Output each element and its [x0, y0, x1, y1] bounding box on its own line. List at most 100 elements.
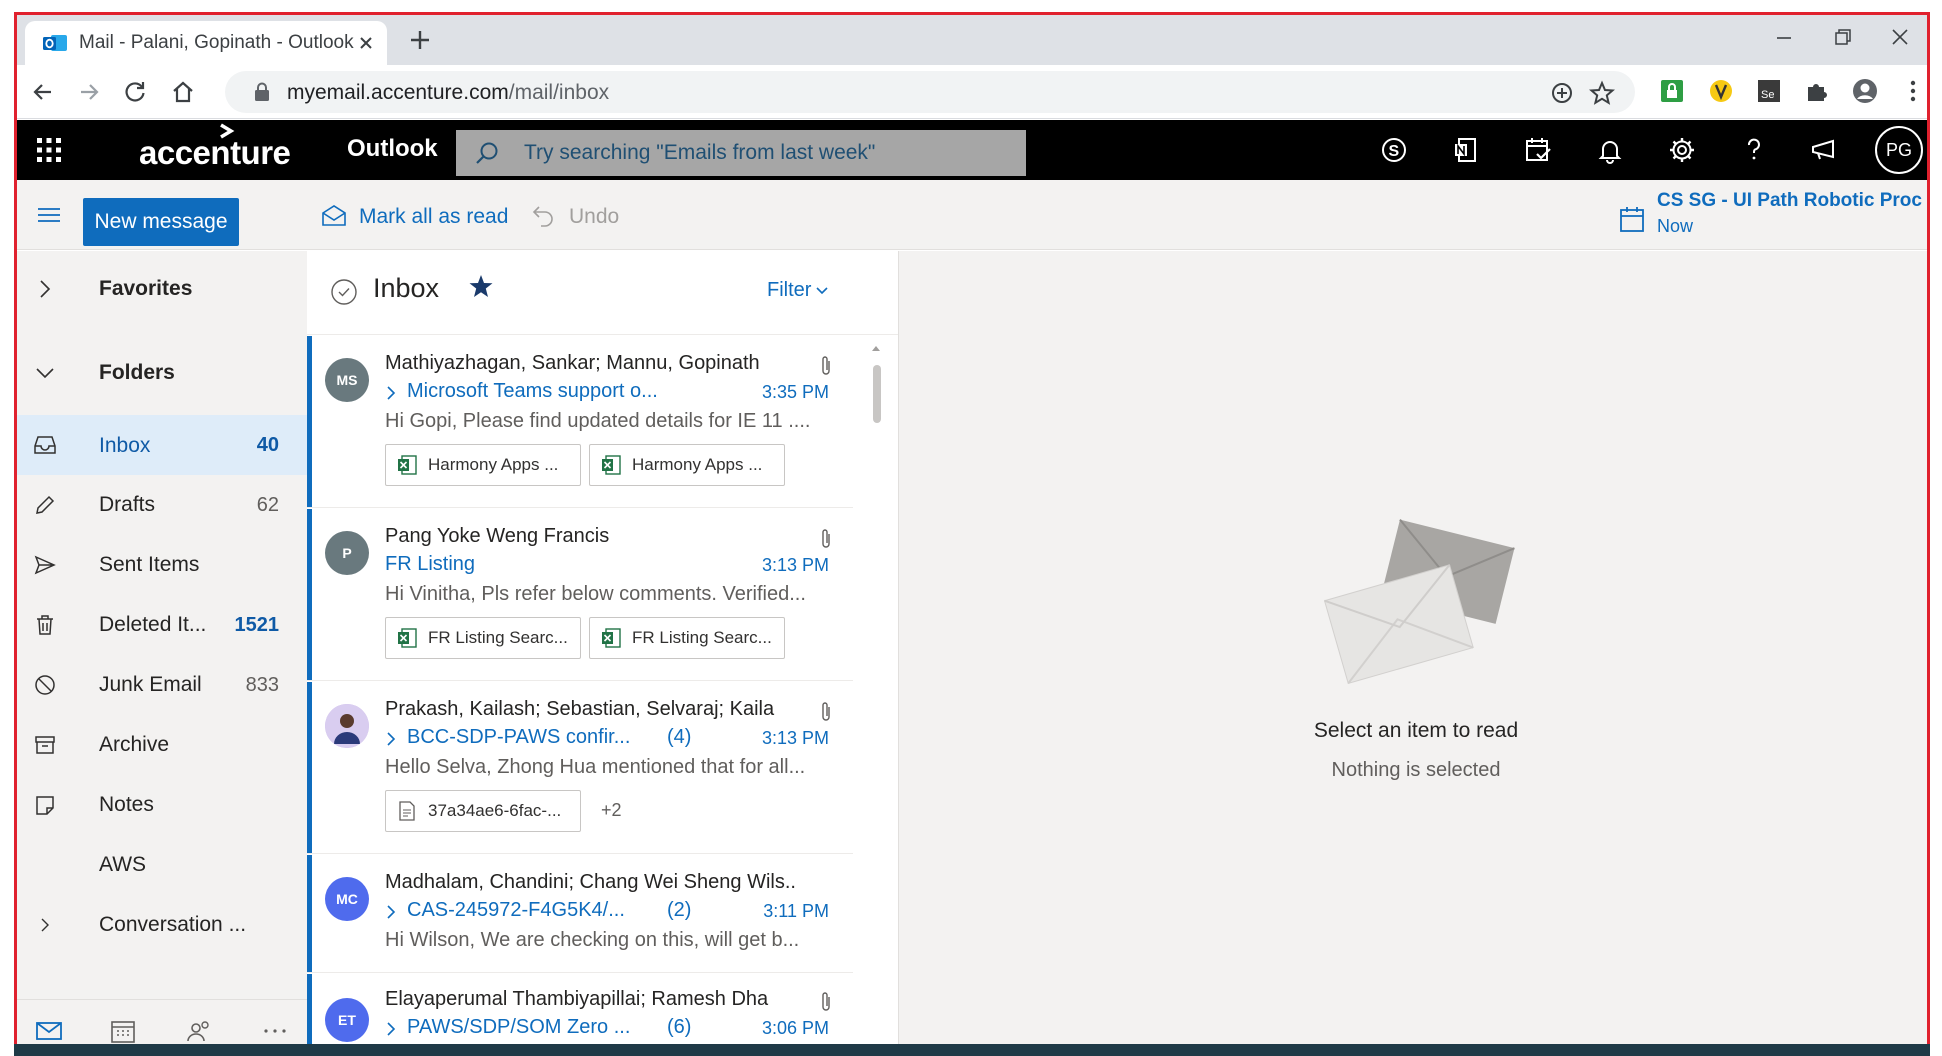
favorites-label: Favorites — [99, 277, 193, 300]
sidebar-item-conversation[interactable]: Conversation ... — [17, 897, 307, 953]
deleted-items-label: Deleted It... — [99, 613, 207, 636]
accenture-logo[interactable]: accenture — [139, 134, 291, 172]
empty-state-title: Select an item to read — [1313, 719, 1519, 742]
select-all-check-icon[interactable] — [329, 277, 359, 307]
reload-icon[interactable] — [121, 78, 149, 106]
extension-v-icon[interactable] — [1707, 77, 1735, 105]
search-box[interactable]: Try searching "Emails from last week" — [456, 130, 1026, 176]
close-tab-icon[interactable] — [355, 32, 377, 54]
more-apps-icon[interactable] — [261, 1018, 289, 1044]
hamburger-menu-icon[interactable] — [35, 204, 63, 226]
extensions-puzzle-icon[interactable] — [1803, 77, 1831, 105]
scrollbar-thumb[interactable] — [873, 365, 881, 423]
calendar-icon[interactable] — [109, 1018, 137, 1044]
profile-icon[interactable] — [1851, 77, 1879, 105]
drafts-count: 62 — [256, 494, 279, 516]
filter-button[interactable]: Filter — [767, 279, 829, 302]
message-sender: Pang Yoke Weng Francis — [385, 525, 610, 547]
expand-thread-icon[interactable] — [385, 903, 397, 921]
message-item[interactable]: MS Mathiyazhagan, Sankar; Mannu, Gopinat… — [307, 336, 853, 508]
junk-email-label: Junk Email — [99, 673, 202, 696]
sidebar-item-inbox[interactable]: Inbox 40 — [17, 415, 307, 475]
message-sender: Prakash, Kailash; Sebastian, Selvaraj; K… — [385, 698, 775, 720]
bookmark-star-icon[interactable] — [1589, 80, 1615, 106]
message-preview: Hello Selva, Zhong Hua mentioned that fo… — [385, 756, 806, 778]
help-icon[interactable] — [1739, 135, 1769, 165]
sender-photo-avatar — [325, 704, 369, 748]
skype-icon[interactable]: S — [1379, 135, 1409, 165]
unread-indicator — [307, 682, 312, 853]
archive-label: Archive — [99, 733, 170, 756]
message-list: Inbox Filter MS Mathiyazhagan, Sankar; M… — [307, 251, 899, 1056]
app-launcher-icon[interactable] — [35, 136, 63, 164]
sidebar-item-sent[interactable]: Sent Items — [17, 537, 307, 593]
sidebar-item-archive[interactable]: Archive — [17, 717, 307, 773]
message-item[interactable]: P Pang Yoke Weng Francis FR Listing 3:13… — [307, 509, 853, 681]
sidebar-item-drafts[interactable]: Drafts 62 — [17, 477, 307, 533]
attachment-paperclip-icon — [822, 702, 830, 721]
restore-icon[interactable] — [1827, 25, 1857, 51]
message-preview: Hi Wilson, We are checking on this, will… — [385, 929, 800, 951]
favorites-group[interactable]: Favorites — [17, 261, 307, 317]
outlook-header: accenture Outlook Try searching "Emails … — [17, 120, 1927, 180]
empty-state-subtitle: Nothing is selected — [1331, 759, 1501, 781]
new-message-button[interactable]: New message — [83, 198, 239, 246]
attachment-chip[interactable]: 37a34ae6-6fac-... — [385, 790, 581, 832]
reading-pane: Select an item to read Nothing is select… — [899, 251, 1927, 1056]
url-host: myemail.accenture.com — [287, 81, 509, 104]
mark-all-read-button[interactable]: Mark all as read — [321, 202, 511, 234]
sidebar-item-deleted[interactable]: Deleted It... 1521 — [17, 597, 307, 653]
outlook-favicon-icon — [43, 35, 67, 51]
blocked-icon — [35, 675, 55, 695]
home-icon[interactable] — [169, 78, 197, 106]
back-icon[interactable] — [29, 78, 57, 106]
expand-thread-icon[interactable] — [385, 1020, 397, 1038]
forward-icon[interactable] — [75, 78, 103, 106]
pencil-icon — [36, 495, 55, 514]
calendar-reminder-icon[interactable] — [1619, 206, 1645, 234]
settings-gear-icon[interactable] — [1667, 135, 1697, 165]
scrollbar-arrows-icon[interactable] — [869, 341, 883, 1055]
message-item[interactable]: Prakash, Kailash; Sebastian, Selvaraj; K… — [307, 682, 853, 854]
svg-text:Se: Se — [1761, 89, 1774, 101]
close-window-icon[interactable] — [1885, 25, 1915, 51]
selenium-ide-icon[interactable]: Se — [1755, 77, 1783, 105]
people-icon[interactable] — [185, 1018, 213, 1044]
my-day-icon[interactable] — [1523, 135, 1553, 165]
attachment-chip[interactable]: FR Listing Searc... — [589, 617, 785, 659]
address-bar[interactable]: myemail.accenture.com/mail/inbox — [225, 71, 1635, 113]
attachment-chip[interactable]: Harmony Apps ... — [385, 444, 581, 486]
sidebar-item-aws[interactable]: AWS — [17, 837, 307, 893]
app-name[interactable]: Outlook — [347, 135, 438, 163]
user-avatar[interactable]: PG — [1875, 126, 1923, 174]
message-item[interactable]: MC Madhalam, Chandini; Chang Wei Sheng W… — [307, 855, 853, 973]
browser-tab[interactable]: Mail - Palani, Gopinath - Outlook — [25, 21, 387, 65]
expand-thread-icon[interactable] — [385, 384, 397, 402]
mark-all-read-label: Mark all as read — [359, 205, 509, 228]
sidebar-item-junk[interactable]: Junk Email 833 — [17, 657, 307, 713]
mail-icon[interactable] — [35, 1018, 63, 1044]
new-tab-icon[interactable] — [407, 27, 433, 53]
attachment-chip[interactable]: FR Listing Searc... — [385, 617, 581, 659]
extension-lock-icon[interactable] — [1658, 77, 1686, 105]
sidebar-item-notes[interactable]: Notes — [17, 777, 307, 833]
sender-avatar: P — [325, 531, 369, 575]
folders-group[interactable]: Folders — [17, 345, 307, 401]
browser-menu-icon[interactable] — [1899, 77, 1927, 105]
more-attachments[interactable]: +2 — [601, 800, 622, 821]
sent-items-label: Sent Items — [99, 553, 200, 576]
favorite-star-icon[interactable] — [467, 272, 495, 300]
minimize-icon[interactable] — [1769, 25, 1799, 51]
notifications-bell-icon[interactable] — [1595, 135, 1625, 165]
drafts-label: Drafts — [99, 493, 156, 516]
feedback-megaphone-icon[interactable] — [1809, 135, 1839, 165]
install-app-icon[interactable] — [1549, 80, 1575, 106]
onenote-feed-icon[interactable] — [1451, 135, 1481, 165]
expand-thread-icon[interactable] — [385, 730, 397, 748]
undo-button[interactable]: Undo — [531, 202, 631, 234]
reminder-title[interactable]: CS SG - UI Path Robotic Proc — [1657, 190, 1922, 212]
attachment-chip[interactable]: Harmony Apps ... — [589, 444, 785, 486]
chevron-right-icon — [40, 280, 51, 298]
reminder-time: Now — [1657, 216, 1694, 236]
message-time: 3:13 PM — [761, 555, 829, 575]
